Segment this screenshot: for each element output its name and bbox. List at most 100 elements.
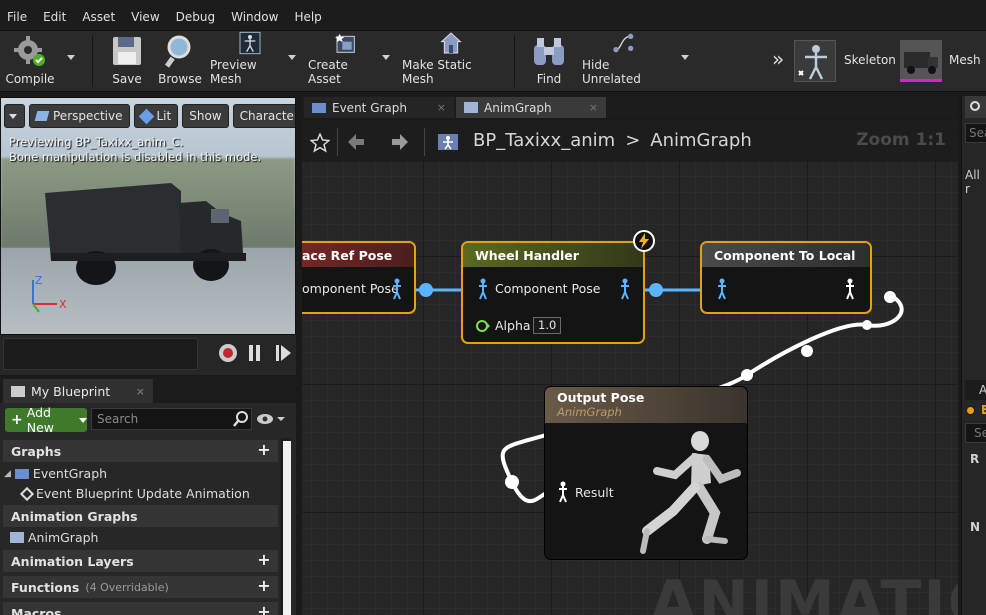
ref-pose-output-label: omponent Pose — [302, 281, 399, 296]
tab-animgraph[interactable]: AnimGraph × — [456, 97, 606, 118]
character-label: Character — [239, 109, 296, 123]
animation-layers-section-header[interactable]: Animation Layers + — [3, 550, 278, 572]
find-binoculars-icon — [534, 38, 564, 65]
add-macro-icon[interactable]: + — [256, 604, 272, 615]
axis-z-label: Z — [35, 274, 43, 287]
lightning-icon — [639, 233, 649, 249]
animation-graphs-section-header[interactable]: Animation Graphs — [3, 505, 278, 527]
blueprint-scrollbar[interactable] — [283, 441, 291, 615]
preview-mesh-label: Preview Mesh — [210, 58, 257, 86]
browse-button[interactable]: Browse — [156, 31, 204, 91]
add-layer-icon[interactable]: + — [256, 552, 272, 568]
output-pose-node[interactable]: Output Pose AnimGraph Result — [544, 386, 748, 560]
lit-button[interactable]: Lit — [133, 104, 179, 128]
save-button[interactable]: Save — [106, 31, 148, 91]
menu-help[interactable]: Help — [286, 10, 329, 24]
preview-viewport[interactable]: Perspective Lit Show Character Previewin… — [0, 97, 296, 335]
record-button[interactable] — [219, 344, 237, 362]
toolbar-overflow-chevron-icon[interactable]: » — [772, 47, 784, 71]
tab-event-graph[interactable]: Event Graph × — [304, 97, 454, 118]
macros-section-header[interactable]: Macros + — [3, 602, 278, 615]
menu-asset[interactable]: Asset — [74, 10, 123, 24]
close-icon[interactable]: × — [589, 101, 598, 114]
lit-label: Lit — [156, 109, 172, 123]
graphs-section-header[interactable]: Graphs + — [3, 440, 278, 462]
collapse-arrow-icon: ◢ — [4, 468, 11, 479]
graph-icon — [14, 468, 29, 479]
hide-unrelated-nodes-icon — [613, 33, 634, 53]
preview-mesh-figure-icon — [239, 31, 261, 55]
blueprint-search-input[interactable]: Search — [91, 408, 252, 430]
menu-debug[interactable]: Debug — [168, 10, 223, 24]
search-placeholder: Search — [97, 412, 139, 426]
alpha-pin-icon[interactable] — [475, 319, 491, 333]
menu-window[interactable]: Window — [223, 10, 286, 24]
wire-dot — [884, 291, 896, 303]
perspective-icon — [34, 111, 50, 121]
skeleton-mode-button[interactable] — [794, 40, 836, 82]
perspective-button[interactable]: Perspective — [29, 104, 130, 128]
animgraph-icon — [464, 102, 478, 113]
show-button[interactable]: Show — [182, 104, 229, 128]
browse-label: Browse — [158, 72, 202, 86]
tree-item-eventgraph[interactable]: ◢ EventGraph — [4, 466, 107, 481]
create-asset-arrow-icon[interactable] — [382, 55, 390, 60]
compile-button[interactable]: Compile — [4, 31, 56, 91]
pose-wire-knot-icon — [419, 283, 433, 297]
create-asset-button[interactable]: Create Asset — [308, 31, 382, 91]
mesh-label: Mesh — [949, 53, 981, 67]
make-static-mesh-label: Make Static Mesh — [402, 58, 472, 86]
timeline-field[interactable] — [3, 338, 198, 370]
menu-file[interactable]: File — [0, 10, 35, 24]
visibility-eye-icon[interactable] — [256, 412, 286, 426]
preview-mesh-arrow-icon[interactable] — [288, 55, 296, 60]
menu-view[interactable]: View — [123, 10, 167, 24]
add-graph-icon[interactable]: + — [256, 442, 272, 458]
my-blueprint-tabbar: My Blueprint × — [0, 377, 296, 403]
pose-pin-icon[interactable] — [391, 278, 403, 300]
wheel-handler-node[interactable]: Wheel Handler Component Pose Alpha 1.0 — [461, 241, 645, 344]
add-function-icon[interactable]: + — [256, 578, 272, 594]
anim-graph-canvas[interactable]: BP_Taxixx_anim > AnimGraph Zoom 1:1 ANIM… — [302, 120, 958, 615]
eventgraph-label: EventGraph — [32, 466, 108, 481]
tree-item-event-update[interactable]: Event Blueprint Update Animation — [19, 486, 250, 501]
local-pose-output-pin-icon[interactable] — [844, 278, 856, 300]
component-to-local-node[interactable]: Component To Local — [700, 241, 872, 314]
make-static-mesh-button[interactable]: Make Static Mesh — [402, 31, 500, 91]
blueprint-book-icon — [11, 385, 25, 397]
lit-cube-icon — [138, 108, 154, 124]
tab-event-graph-label: Event Graph — [332, 100, 407, 115]
pose-output-pin-icon[interactable] — [619, 278, 631, 300]
pause-button[interactable] — [249, 345, 261, 361]
find-button[interactable]: Find — [530, 31, 568, 91]
viewport-controls — [0, 335, 296, 375]
anim-tab[interactable]: An — [965, 380, 986, 400]
mesh-mode-button[interactable] — [900, 40, 942, 82]
hide-unrelated-arrow-icon[interactable] — [681, 55, 689, 60]
add-new-button[interactable]: + Add New — [5, 405, 87, 435]
pose-input-pin-icon[interactable] — [716, 278, 728, 300]
anim-search-input[interactable]: Se — [965, 423, 986, 443]
viewport-options-button[interactable] — [4, 104, 25, 128]
alpha-value-field[interactable]: 1.0 — [533, 317, 562, 334]
functions-section-header[interactable]: Functions (4 Overridable) + — [3, 576, 278, 598]
skeleton-label: Skeleton — [844, 53, 896, 67]
details-search-input[interactable]: Sea — [965, 123, 986, 143]
tree-item-animgraph[interactable]: AnimGraph — [10, 530, 98, 545]
details-tab[interactable] — [965, 96, 986, 118]
ref-pose-node[interactable]: ace Ref Pose omponent Pose — [302, 241, 416, 314]
close-icon[interactable]: × — [437, 101, 446, 114]
toolbar-divider — [514, 35, 515, 87]
anim-row[interactable]: E — [965, 403, 986, 419]
save-floppy-icon — [113, 37, 141, 65]
hide-unrelated-button[interactable]: Hide Unrelated — [582, 31, 666, 91]
my-blueprint-tab[interactable]: My Blueprint × — [3, 379, 153, 403]
character-button[interactable]: Character — [232, 104, 296, 128]
result-pin-icon[interactable] — [557, 481, 569, 503]
compile-options-arrow-icon[interactable] — [67, 55, 75, 60]
close-icon[interactable]: × — [136, 385, 145, 398]
event-graph-icon — [312, 102, 326, 113]
preview-mesh-button[interactable]: Preview Mesh — [210, 31, 290, 91]
pose-input-pin-icon[interactable] — [477, 278, 489, 300]
menu-edit[interactable]: Edit — [35, 10, 74, 24]
